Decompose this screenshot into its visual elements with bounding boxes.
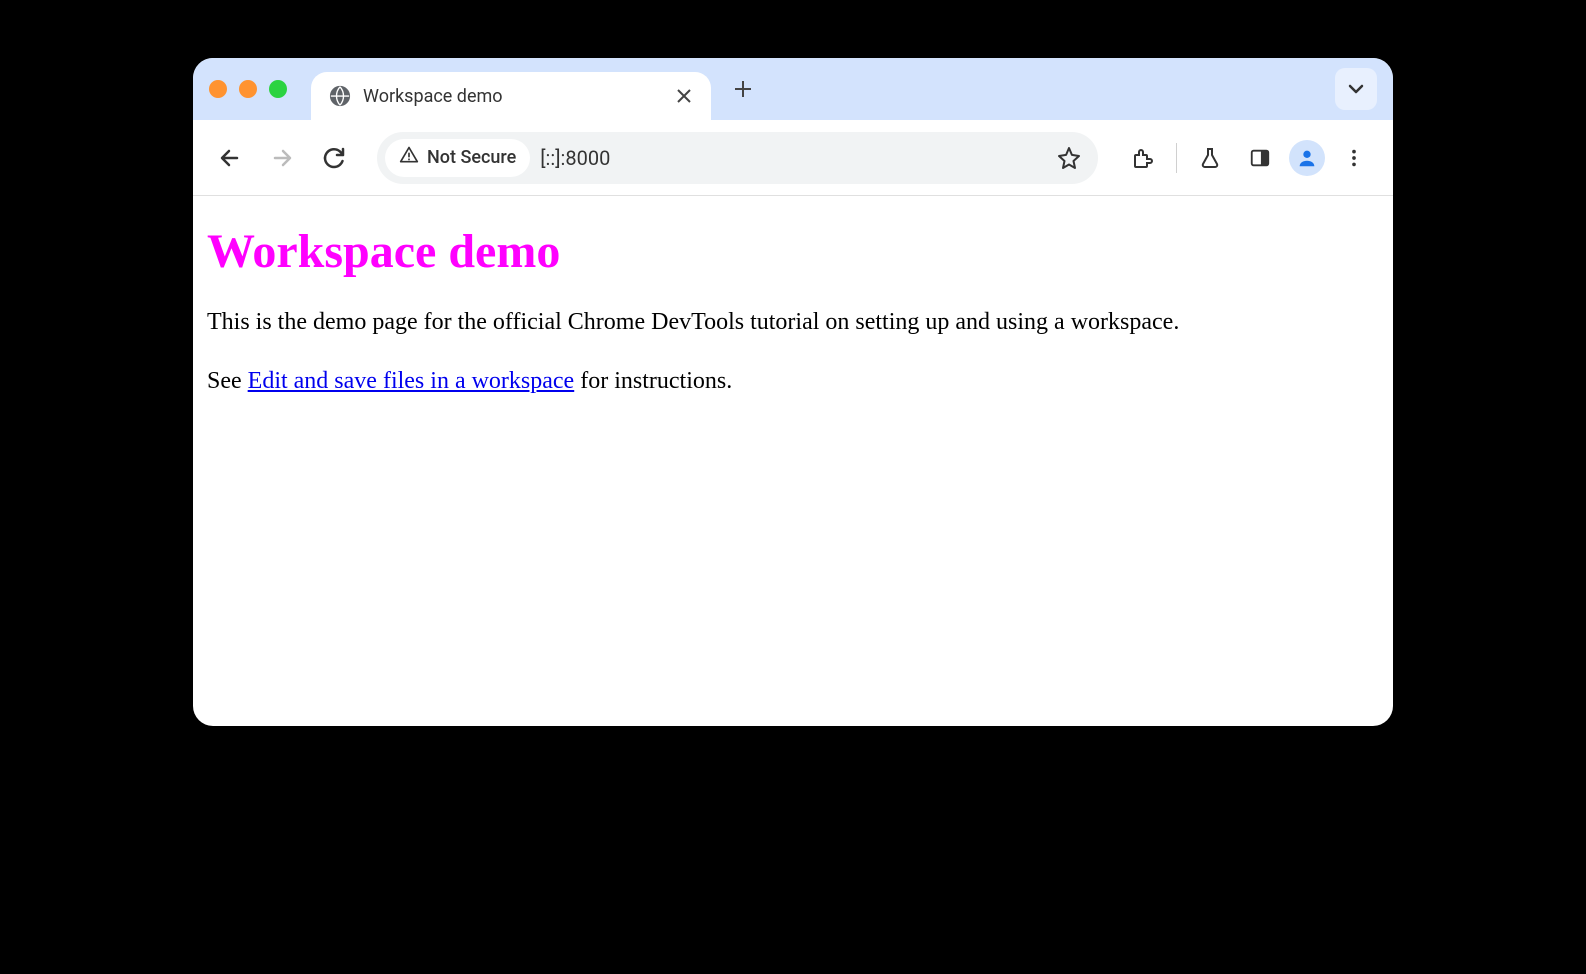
browser-tab[interactable]: Workspace demo	[311, 72, 711, 120]
workspace-tutorial-link[interactable]: Edit and save files in a workspace	[248, 368, 575, 394]
maximize-window-button[interactable]	[269, 80, 287, 98]
minimize-window-button[interactable]	[239, 80, 257, 98]
labs-button[interactable]	[1189, 137, 1231, 179]
browser-toolbar: Not Secure [::]:8000	[193, 120, 1393, 196]
toolbar-icons	[1122, 137, 1375, 179]
side-panel-button[interactable]	[1239, 137, 1281, 179]
menu-button[interactable]	[1333, 137, 1375, 179]
warning-icon	[399, 145, 419, 170]
page-paragraph-1: This is the demo page for the official C…	[207, 307, 1379, 338]
tab-title: Workspace demo	[363, 86, 663, 107]
browser-window: Workspace demo Not Secure	[193, 58, 1393, 726]
paragraph-2-prefix: See	[207, 368, 248, 394]
profile-button[interactable]	[1289, 140, 1325, 176]
page-paragraph-2: See Edit and save files in a workspace f…	[207, 366, 1379, 397]
new-tab-button[interactable]	[723, 69, 763, 109]
bookmark-button[interactable]	[1048, 137, 1090, 179]
toolbar-divider	[1176, 143, 1177, 173]
paragraph-2-suffix: for instructions.	[574, 368, 732, 394]
address-bar[interactable]: Not Secure [::]:8000	[377, 132, 1098, 184]
security-chip[interactable]: Not Secure	[385, 139, 530, 177]
security-label: Not Secure	[427, 147, 516, 168]
extensions-button[interactable]	[1122, 137, 1164, 179]
tab-strip: Workspace demo	[193, 58, 1393, 120]
close-tab-button[interactable]	[675, 87, 693, 105]
back-button[interactable]	[211, 139, 249, 177]
url-text: [::]:8000	[540, 146, 1038, 170]
forward-button[interactable]	[263, 139, 301, 177]
close-window-button[interactable]	[209, 80, 227, 98]
page-content: Workspace demo This is the demo page for…	[193, 196, 1393, 726]
page-heading: Workspace demo	[207, 224, 1379, 279]
search-tabs-button[interactable]	[1335, 68, 1377, 110]
globe-icon	[329, 85, 351, 107]
window-controls	[209, 80, 287, 98]
reload-button[interactable]	[315, 139, 353, 177]
